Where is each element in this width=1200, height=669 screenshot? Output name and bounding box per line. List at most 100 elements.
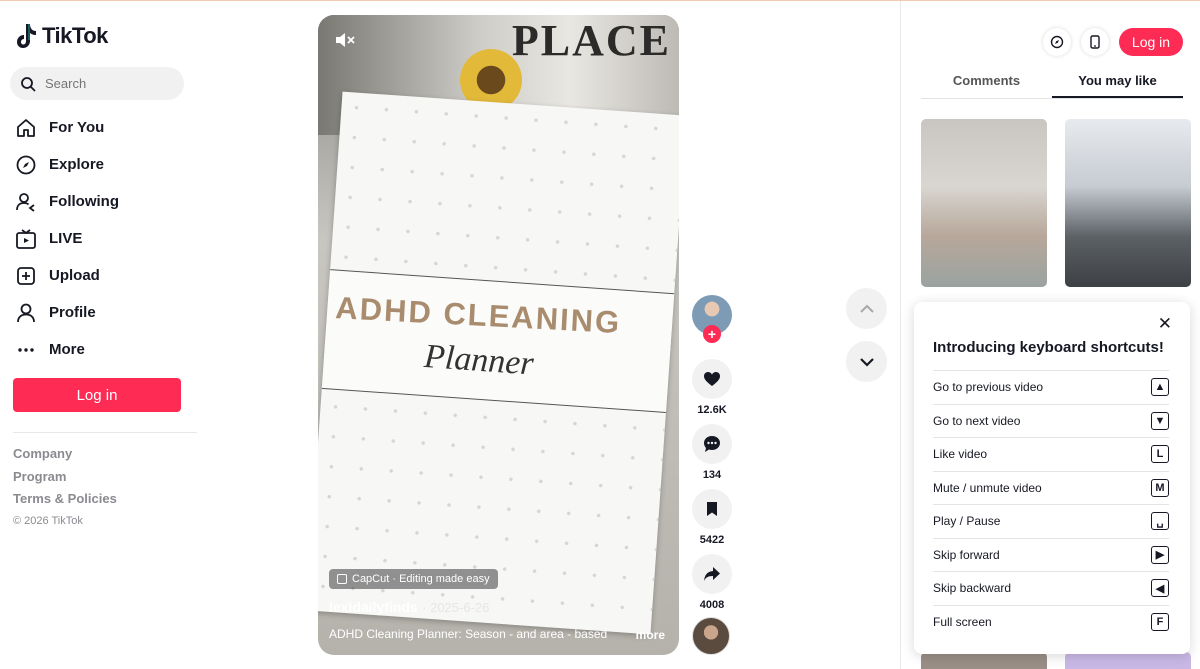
shortcut-label: Go to previous video xyxy=(933,380,1044,395)
brand-name: TikTok xyxy=(42,23,108,48)
next-video-button[interactable] xyxy=(846,341,887,382)
video-meta: lexidailyfinds · 2025-6-26 xyxy=(329,599,489,617)
key-f-icon: F xyxy=(1151,612,1169,631)
previous-video-button[interactable] xyxy=(846,288,887,329)
mute-button[interactable] xyxy=(334,30,356,55)
shortcut-row: Go to next video ▼ xyxy=(933,403,1169,438)
nav-explore[interactable]: Explore xyxy=(15,146,119,183)
comment-count: 134 xyxy=(702,469,722,481)
nav-profile[interactable]: Profile xyxy=(15,294,119,331)
main-nav: For You Explore Following LIVE Upload Pr… xyxy=(15,109,119,368)
key-up-icon: ▲ xyxy=(1151,378,1169,397)
phone-icon xyxy=(1090,35,1100,49)
notebook-title-band xyxy=(321,269,675,413)
share-arrow-icon xyxy=(704,567,720,581)
shortcut-label: Like video xyxy=(933,447,988,462)
nav-for-you[interactable]: For You xyxy=(15,109,119,146)
save-button[interactable] xyxy=(692,489,732,529)
shortcut-row: Go to previous video ▲ xyxy=(933,370,1169,404)
notebook-pattern-bottom xyxy=(318,390,666,635)
nav-live[interactable]: LIVE xyxy=(15,220,119,257)
share-button[interactable] xyxy=(692,554,732,594)
tiktok-logo[interactable]: TikTok xyxy=(16,23,108,49)
footer-links: Company Program Terms & Policies © 2026 … xyxy=(13,446,117,527)
like-button[interactable] xyxy=(692,359,732,399)
nav-upload[interactable]: Upload xyxy=(15,257,119,294)
comment-button[interactable] xyxy=(692,424,732,464)
shortcut-row: Skip backward ◀ xyxy=(933,571,1169,605)
keyboard-shortcuts-popup: ✕ Introducing keyboard shortcuts! Go to … xyxy=(914,302,1190,654)
search-input[interactable] xyxy=(45,76,165,91)
shortcut-label: Mute / unmute video xyxy=(933,480,1042,495)
shortcut-label: Skip forward xyxy=(933,547,1000,562)
key-left-icon: ◀ xyxy=(1151,579,1169,598)
live-icon xyxy=(16,228,36,249)
more-link[interactable]: more xyxy=(636,628,665,642)
get-app-button[interactable] xyxy=(1081,28,1109,56)
key-m-icon: M xyxy=(1151,478,1169,497)
heart-icon xyxy=(704,372,720,386)
video-author[interactable]: lexidailyfinds xyxy=(329,599,418,615)
video-player[interactable]: PLACE ADHD CLEANING Planner CapCut · Edi… xyxy=(318,15,679,655)
save-action[interactable]: 5422 xyxy=(692,489,732,546)
explore-round-button[interactable] xyxy=(1043,28,1071,56)
nav-label: Upload xyxy=(49,267,100,284)
home-icon xyxy=(17,118,35,137)
search-icon xyxy=(21,76,36,92)
footer-terms-link[interactable]: Terms & Policies xyxy=(13,491,117,514)
recommended-video-thumbnail[interactable] xyxy=(1065,119,1191,287)
recommended-video-thumbnail[interactable] xyxy=(1065,652,1191,669)
shortcut-row: Full screen F xyxy=(933,604,1169,639)
nav-label: Following xyxy=(49,193,119,210)
close-icon[interactable]: ✕ xyxy=(1158,314,1172,334)
shortcuts-title: Introducing keyboard shortcuts! xyxy=(933,339,1164,356)
compass-icon xyxy=(1050,35,1064,49)
copyright: © 2026 TikTok xyxy=(13,514,83,527)
bookmark-icon xyxy=(707,502,717,516)
recommended-video-thumbnail[interactable] xyxy=(921,652,1047,669)
upload-icon xyxy=(17,266,35,285)
tab-comments[interactable]: Comments xyxy=(921,73,1052,98)
shortcut-row: Play / Pause ␣ xyxy=(933,504,1169,538)
like-count: 12.6K xyxy=(697,404,727,416)
speaker-muted-icon xyxy=(336,33,355,47)
footer-company-link[interactable]: Company xyxy=(13,446,117,469)
nav-label: Explore xyxy=(49,156,105,173)
notebook-pattern-top xyxy=(330,91,679,294)
tab-you-may-like[interactable]: You may like xyxy=(1052,73,1183,98)
following-icon xyxy=(16,192,35,212)
follow-plus-icon[interactable]: + xyxy=(703,325,721,343)
search-box[interactable] xyxy=(10,67,184,100)
chevron-down-icon xyxy=(859,357,874,367)
more-icon xyxy=(18,347,34,352)
shortcuts-list: Go to previous video ▲ Go to next video … xyxy=(933,370,1169,638)
key-right-icon: ▶ xyxy=(1151,545,1169,564)
author-avatar[interactable]: + xyxy=(692,295,732,343)
recommended-video-thumbnail[interactable] xyxy=(921,119,1047,287)
capcut-icon xyxy=(337,574,347,584)
sidebar-login-button[interactable]: Log in xyxy=(13,378,181,412)
sidebar-divider xyxy=(13,432,197,433)
shortcut-label: Full screen xyxy=(933,614,992,629)
like-action[interactable]: 12.6K xyxy=(692,359,732,416)
key-space-icon: ␣ xyxy=(1151,512,1169,531)
nav-following[interactable]: Following xyxy=(15,183,119,220)
shortcut-label: Go to next video xyxy=(933,413,1021,428)
capcut-badge[interactable]: CapCut · Editing made easy xyxy=(329,569,498,589)
nav-label: Profile xyxy=(49,304,96,321)
share-count: 4008 xyxy=(699,599,725,611)
nav-label: For You xyxy=(49,119,105,136)
music-avatar[interactable] xyxy=(692,617,730,655)
share-action[interactable]: 4008 xyxy=(692,554,732,611)
video-date: · 2025-6-26 xyxy=(422,600,490,615)
top-login-button[interactable]: Log in xyxy=(1119,28,1183,56)
comment-action[interactable]: 134 xyxy=(692,424,732,481)
shortcut-label: Skip backward xyxy=(933,581,1012,596)
sidebar: TikTok For You Explore Following LIVE Up… xyxy=(0,1,200,669)
nav-more[interactable]: More xyxy=(15,331,119,368)
chevron-up-icon xyxy=(859,304,874,313)
footer-program-link[interactable]: Program xyxy=(13,469,117,492)
video-description: ADHD Cleaning Planner: Season - and area… xyxy=(329,627,608,641)
notebook-subtitle-text: Planner xyxy=(422,337,535,383)
nav-label: LIVE xyxy=(49,230,83,247)
